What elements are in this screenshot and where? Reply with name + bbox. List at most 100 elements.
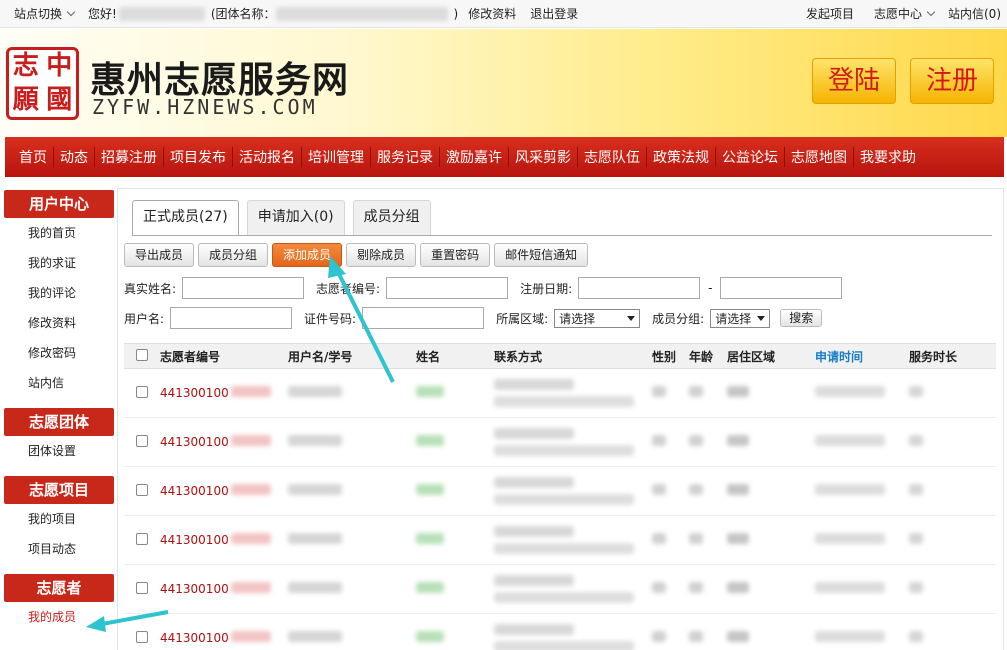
tab-official-members[interactable]: 正式成员(27) [132,200,239,236]
search-button[interactable]: 搜索 [780,309,823,327]
col-region[interactable]: 居住区域 [727,348,815,365]
col-service-hours[interactable]: 服务时长 [909,348,993,365]
row-checkbox[interactable] [136,532,148,545]
username-input[interactable] [170,307,293,329]
login-button[interactable]: 登陆 [812,58,896,104]
volunteer-no[interactable]: 441300100 [160,484,229,498]
reset-password-button[interactable]: 重置密码 [420,243,491,267]
redacted-text [230,386,271,397]
org-label: (团体名称： [210,7,276,21]
redacted-text [494,526,574,537]
nav-item-incentive[interactable]: 激励嘉许 [440,147,509,167]
sidebar-heading: 志愿项目 [4,476,114,504]
volunteer-no[interactable]: 441300100 [160,533,229,547]
tab-member-groups[interactable]: 成员分组 [352,200,431,235]
chevron-down-icon [66,7,76,17]
nav-item-forum[interactable]: 公益论坛 [716,147,785,167]
reg-date-start-input[interactable] [578,277,701,299]
sidebar-item-edit-profile[interactable]: 修改资料 [4,308,114,338]
sidebar-item-team-settings[interactable]: 团体设置 [4,436,114,466]
table-row[interactable]: 441300100 [124,369,996,418]
table-row[interactable]: 441300100 [124,418,996,467]
add-member-button[interactable]: 添加成员 [272,243,343,267]
site-switch-link[interactable]: 站点切换 [14,5,62,22]
edit-profile-link[interactable]: 修改资料 [468,5,516,22]
nav-item-help[interactable]: 我要求助 [854,147,922,167]
volunteer-no[interactable]: 441300100 [160,631,229,645]
redacted-text [494,477,574,488]
row-checkbox[interactable] [136,630,148,643]
col-username[interactable]: 用户名/学号 [288,348,416,365]
redacted-text [652,484,666,495]
redacted-text [652,533,666,544]
row-checkbox[interactable] [136,434,148,447]
real-name-input[interactable] [182,277,305,299]
table-row[interactable]: 441300100 [124,516,996,565]
table-row[interactable]: 441300100 [124,614,996,650]
email-sms-notify-button[interactable]: 邮件短信通知 [494,243,589,267]
inbox-link[interactable]: 站内信(0) [948,5,1001,22]
col-contact[interactable]: 联系方式 [494,348,652,365]
sidebar-heading: 志愿者 [4,574,114,602]
col-volunteer-no[interactable]: 志愿者编号 [160,348,288,365]
sidebar-item-my-members[interactable]: 我的成员 [4,602,114,632]
sidebar-item-my-verify[interactable]: 我的求证 [4,248,114,278]
redacted-text [416,484,444,495]
redacted-text [652,582,666,593]
volunteer-no-input[interactable] [386,277,509,299]
nav-item-home[interactable]: 首页 [13,147,54,167]
redacted-text [288,386,342,397]
col-age[interactable]: 年龄 [689,348,727,365]
nav-item-recruit[interactable]: 招募注册 [95,147,164,167]
redacted-text [727,631,749,642]
sidebar-item-inbox[interactable]: 站内信 [4,368,114,398]
col-name[interactable]: 姓名 [416,348,494,365]
volunteer-no[interactable]: 441300100 [160,435,229,449]
redacted-text [230,582,271,593]
table-row[interactable]: 441300100 [124,565,996,614]
redacted-text [288,582,342,593]
sidebar-item-my-home[interactable]: 我的首页 [4,218,114,248]
col-apply-time[interactable]: 申请时间 [815,348,909,365]
redacted-text [416,386,444,397]
volunteer-no[interactable]: 441300100 [160,582,229,596]
export-members-button[interactable]: 导出成员 [124,243,195,267]
select-all-checkbox[interactable] [136,348,148,361]
nav-item-teams[interactable]: 志愿队伍 [578,147,647,167]
region-select[interactable]: 请选择 [554,308,641,328]
id-no-input[interactable] [362,307,485,329]
volunteer-center-menu[interactable]: 志愿中心 [874,5,922,22]
nav-item-training[interactable]: 培训管理 [302,147,371,167]
remove-member-button[interactable]: 剔除成员 [346,243,417,267]
nav-item-map[interactable]: 志愿地图 [785,147,854,167]
register-button[interactable]: 注册 [910,58,994,104]
col-gender[interactable]: 性别 [652,348,689,365]
sidebar-item-my-projects[interactable]: 我的项目 [4,504,114,534]
tab-join-requests[interactable]: 申请加入(0) [246,200,345,235]
nav-item-news[interactable]: 动态 [54,147,95,167]
nav-item-policy[interactable]: 政策法规 [647,147,716,167]
reg-date-end-input[interactable] [720,277,843,299]
logo-seal[interactable]: 志 中 願 國 [6,47,79,120]
row-checkbox[interactable] [136,385,148,398]
nav-item-service-record[interactable]: 服务记录 [371,147,440,167]
nav-item-activity[interactable]: 活动报名 [233,147,302,167]
row-checkbox[interactable] [136,581,148,594]
redacted-text [494,543,634,554]
sidebar-item-project-news[interactable]: 项目动态 [4,534,114,564]
redacted-text [494,641,634,650]
group-select[interactable]: 请选择 [710,308,771,328]
sidebar-item-my-comments[interactable]: 我的评论 [4,278,114,308]
row-checkbox[interactable] [136,483,148,496]
real-name-label: 真实姓名: [124,281,177,296]
table-row[interactable]: 441300100 [124,467,996,516]
member-group-button[interactable]: 成员分组 [198,243,269,267]
nav-item-project[interactable]: 项目发布 [164,147,233,167]
volunteer-no[interactable]: 441300100 [160,386,229,400]
logout-link[interactable]: 退出登录 [530,5,578,22]
launch-project-link[interactable]: 发起项目 [806,5,854,22]
nav-item-gallery[interactable]: 风采剪影 [509,147,578,167]
close-paren: ) [453,6,459,21]
sidebar-heading: 志愿团体 [4,408,114,436]
sidebar-item-change-password[interactable]: 修改密码 [4,338,114,368]
